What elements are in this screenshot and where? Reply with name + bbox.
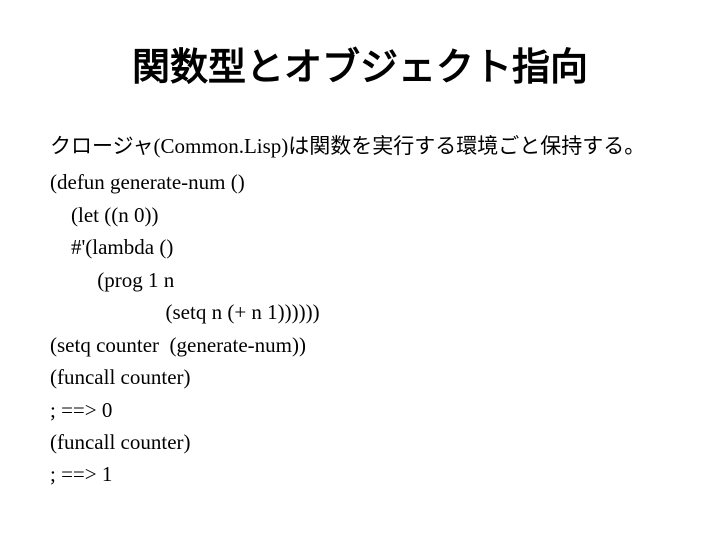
code-line: ; ==> 0 [50, 395, 670, 425]
code-line: (setq counter (generate-num)) [50, 330, 670, 360]
lead-text: クロージャ(Common.Lisp)は関数を実行する環境ごと保持する。 [50, 131, 670, 161]
code-line: #'(lambda () [50, 232, 670, 262]
code-line: (defun generate-num () [50, 167, 670, 197]
code-line: (prog 1 n [50, 265, 670, 295]
code-line: (funcall counter) [50, 427, 670, 457]
slide-title: 関数型とオブジェクト指向 [50, 36, 670, 91]
slide: 関数型とオブジェクト指向 クロージャ(Common.Lisp)は関数を実行する環… [0, 0, 720, 540]
code-line: (setq n (+ n 1)))))) [50, 297, 670, 327]
slide-body: クロージャ(Common.Lisp)は関数を実行する環境ごと保持する。 (def… [50, 131, 670, 490]
code-line: (funcall counter) [50, 362, 670, 392]
code-line: (let ((n 0)) [50, 200, 670, 230]
code-line: ; ==> 1 [50, 459, 670, 489]
